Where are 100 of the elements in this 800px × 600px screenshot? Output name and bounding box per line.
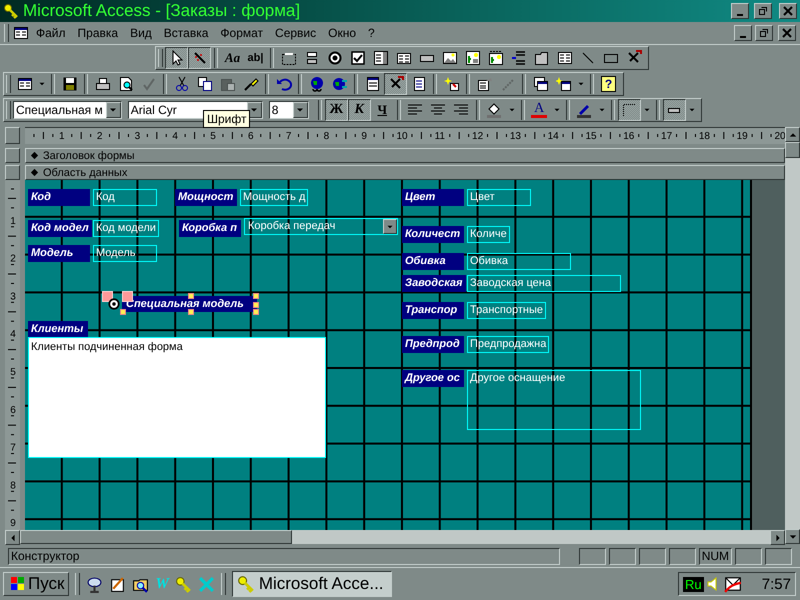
restore-button[interactable]	[755, 25, 773, 41]
radio-icon[interactable]	[108, 298, 120, 310]
arrow-right-icon[interactable]	[774, 534, 782, 542]
font-color-button[interactable]: A	[528, 99, 551, 121]
text-field[interactable]: Заводская цена	[467, 275, 621, 292]
field-label[interactable]: Специальная модель	[122, 296, 257, 312]
wand-button[interactable]	[188, 47, 211, 69]
menu-item[interactable]: Файл	[31, 26, 71, 40]
satellite-dish-icon[interactable]	[86, 576, 104, 592]
field-label[interactable]: Код	[28, 189, 90, 206]
status-indicator: NUM	[698, 548, 732, 565]
frame-picture-icon	[488, 50, 504, 66]
image-icon	[442, 50, 458, 66]
form-icon[interactable]	[13, 25, 29, 41]
underline-button[interactable]: Ч	[370, 99, 394, 121]
arrow-up-icon[interactable]	[788, 130, 796, 138]
text-field[interactable]: Другое оснащение	[467, 370, 641, 430]
field-label[interactable]: Заводская	[402, 275, 466, 292]
text-field[interactable]: Предпродажна	[467, 336, 550, 353]
bold-button[interactable]: Ж	[324, 99, 348, 121]
field-label[interactable]: Обивка	[402, 253, 464, 270]
minimize-icon	[737, 14, 743, 16]
vertical-scrollbar[interactable]	[785, 127, 800, 544]
dropdown-field[interactable]: Специальная м	[13, 101, 122, 119]
section-selector[interactable]	[5, 148, 20, 163]
pointer-button[interactable]	[165, 47, 188, 69]
form-icon	[16, 76, 32, 92]
start-button[interactable]: Пуск	[3, 572, 70, 596]
move-handle[interactable]	[102, 291, 113, 302]
menu-item[interactable]: ?	[363, 26, 380, 40]
text-field[interactable]: Модель	[93, 245, 157, 262]
menu-item[interactable]: Правка	[72, 26, 124, 40]
text-field[interactable]: Код модели	[93, 220, 159, 237]
text-field[interactable]: Количе	[467, 226, 510, 243]
field-label[interactable]: Цвет	[402, 189, 464, 206]
field-label[interactable]: Количест	[402, 226, 464, 243]
field-label[interactable]: Предпрод	[402, 336, 464, 353]
menu-item[interactable]: Формат	[215, 26, 268, 40]
italic-button[interactable]: К	[348, 99, 371, 121]
textbox-tool-button[interactable]: ab|	[244, 47, 267, 69]
resize-handle[interactable]	[188, 309, 194, 315]
combo-field[interactable]: Коробка передач	[244, 218, 398, 235]
undo-icon	[276, 76, 292, 92]
dropdown-field[interactable]: 8	[268, 101, 309, 119]
key-icon[interactable]	[174, 576, 192, 592]
dropdown-button[interactable]	[292, 102, 308, 118]
field-label[interactable]: Коробка п	[179, 220, 241, 237]
text-field[interactable]: Цвет	[467, 189, 531, 206]
new-form-icon	[556, 76, 572, 92]
menu-item[interactable]: Вставка	[158, 26, 214, 40]
field-label[interactable]: Модель	[28, 245, 90, 262]
field-label[interactable]: Мощност	[175, 189, 237, 206]
close-button[interactable]	[779, 3, 797, 19]
move-handle[interactable]	[122, 291, 133, 302]
subform-field[interactable]: Клиенты подчиненная форма	[28, 337, 326, 458]
restore-button[interactable]	[754, 3, 772, 19]
ruler-number: 1	[10, 216, 16, 227]
text-field[interactable]: Код	[93, 189, 157, 206]
scroll-thumb[interactable]	[785, 142, 800, 158]
language-indicator[interactable]: Ru	[683, 576, 704, 592]
field-label[interactable]: Клиенты	[28, 321, 88, 338]
frame-picture-icon	[464, 50, 480, 66]
border-width-button[interactable]	[618, 99, 641, 121]
minimize-button[interactable]	[731, 3, 749, 19]
minimize-button[interactable]	[734, 25, 752, 41]
line-icon	[580, 50, 596, 66]
arrow-left-icon[interactable]	[8, 534, 16, 542]
label-tool-button[interactable]: Aa	[221, 47, 244, 69]
ruler-number: 18	[698, 131, 710, 142]
menu-item[interactable]: Вид	[125, 26, 157, 40]
section-bar[interactable]: Заголовок формы	[25, 148, 785, 163]
effect-button[interactable]	[662, 99, 686, 121]
toolbox-button[interactable]	[384, 73, 407, 95]
section-bar[interactable]: Область данных	[25, 165, 785, 180]
notepad-icon[interactable]	[109, 576, 126, 592]
arrow-down-icon[interactable]	[788, 532, 796, 540]
section-selector[interactable]	[5, 165, 20, 180]
scroll-thumb[interactable]	[20, 530, 292, 544]
resize-handle[interactable]	[120, 309, 126, 315]
ruler-number: 2	[96, 131, 102, 142]
dropdown-button[interactable]	[106, 102, 121, 118]
horizontal-scrollbar[interactable]	[5, 530, 785, 544]
field-label[interactable]: Транспор	[402, 302, 464, 319]
field-label[interactable]: Код модел	[28, 220, 92, 237]
menu-item[interactable]: Сервис	[270, 26, 322, 40]
status-pane	[764, 548, 792, 565]
field-label[interactable]: Другое ос	[402, 370, 464, 387]
menu-item[interactable]: Окно	[323, 26, 362, 40]
resize-handle[interactable]	[188, 293, 194, 299]
ruler-number: 6	[10, 404, 16, 416]
form-selector[interactable]	[5, 127, 20, 144]
frame-icon	[280, 50, 296, 66]
ruler-number: 16	[623, 131, 634, 142]
close-button[interactable]	[778, 25, 796, 41]
dropdown-button[interactable]	[383, 219, 397, 234]
text-field[interactable]: Транспортные	[467, 302, 546, 319]
text-field[interactable]: Мощность д	[240, 189, 308, 206]
text-field[interactable]: Обивка	[467, 253, 571, 270]
envelope-icon[interactable]	[724, 575, 742, 593]
taskbar-button[interactable]: Microsoft Acce...	[232, 571, 392, 597]
